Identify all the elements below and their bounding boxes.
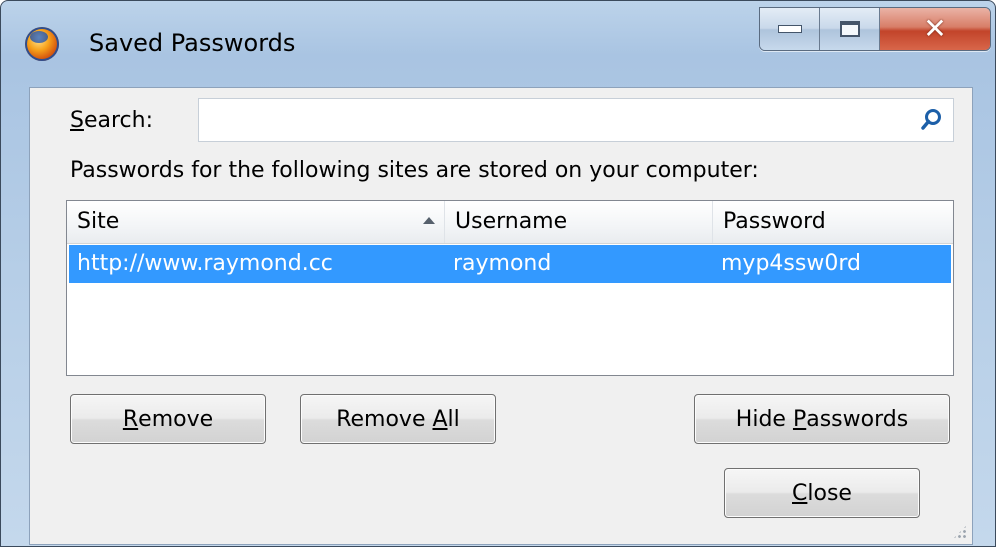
cell-site: http://www.raymond.cc [77,251,333,276]
column-header-username[interactable]: Username [445,201,713,243]
maximize-button[interactable] [820,8,880,50]
close-window-button[interactable]: ✕ [880,8,990,50]
column-header-site[interactable]: Site [67,201,445,243]
table-row[interactable]: http://www.raymond.cc raymond myp4ssw0rd [69,245,951,283]
hide-passwords-button[interactable]: Hide Passwords [694,394,950,444]
saved-passwords-window: Saved Passwords ✕ Search: Passwords for … [0,0,996,547]
dialog-body: Search: Passwords for the following site… [29,87,973,545]
sort-ascending-icon [423,217,435,224]
column-header-password[interactable]: Password [713,201,953,243]
cell-username: raymond [453,251,552,276]
list-header: Site Username Password [67,201,953,244]
search-input[interactable] [198,98,954,142]
caption-buttons: ✕ [759,7,991,51]
magnifier-icon[interactable] [921,108,943,130]
minimize-button[interactable] [760,8,820,50]
close-button[interactable]: Close [724,468,920,518]
search-label: Search: [70,108,153,133]
resize-grip-icon[interactable] [952,524,968,540]
minimize-icon [777,25,802,33]
cell-password: myp4ssw0rd [721,251,861,276]
title-bar[interactable]: Saved Passwords ✕ [1,1,995,87]
close-icon: ✕ [923,12,947,45]
remove-button[interactable]: Remove [70,394,266,444]
passwords-list[interactable]: Site Username Password http://www.raymon… [66,200,954,376]
info-text: Passwords for the following sites are st… [70,158,759,183]
firefox-icon [25,27,59,61]
window-title: Saved Passwords [89,29,296,57]
maximize-icon [839,21,860,37]
remove-all-button[interactable]: Remove All [300,394,496,444]
